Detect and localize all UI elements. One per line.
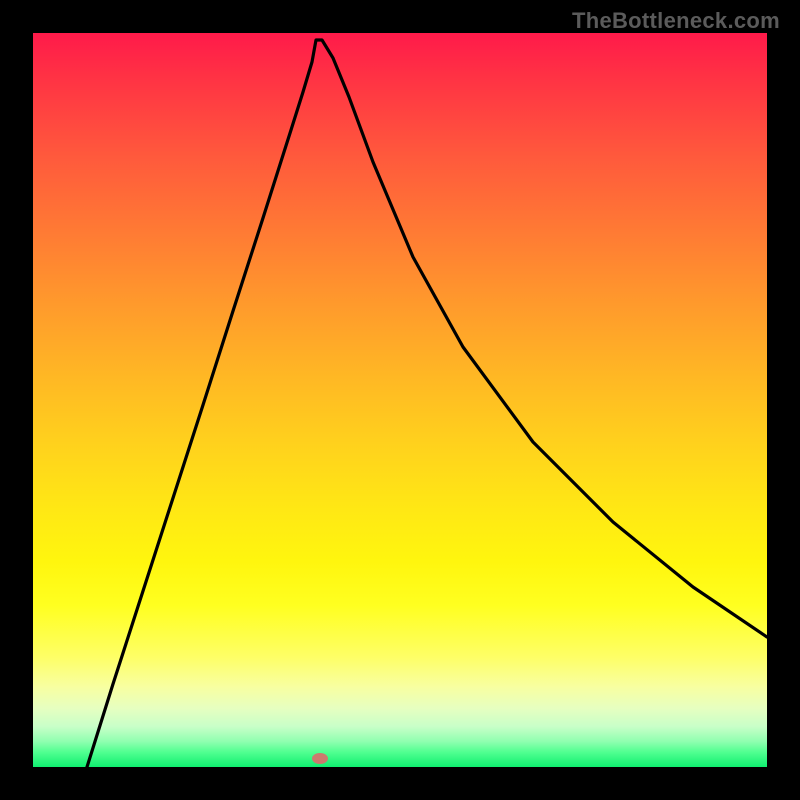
chart-frame: TheBottleneck.com (0, 0, 800, 800)
plot-area (33, 33, 767, 767)
optimum-marker (312, 753, 328, 764)
watermark-text: TheBottleneck.com (572, 8, 780, 34)
curve-path (87, 40, 767, 767)
bottleneck-curve (33, 33, 767, 767)
